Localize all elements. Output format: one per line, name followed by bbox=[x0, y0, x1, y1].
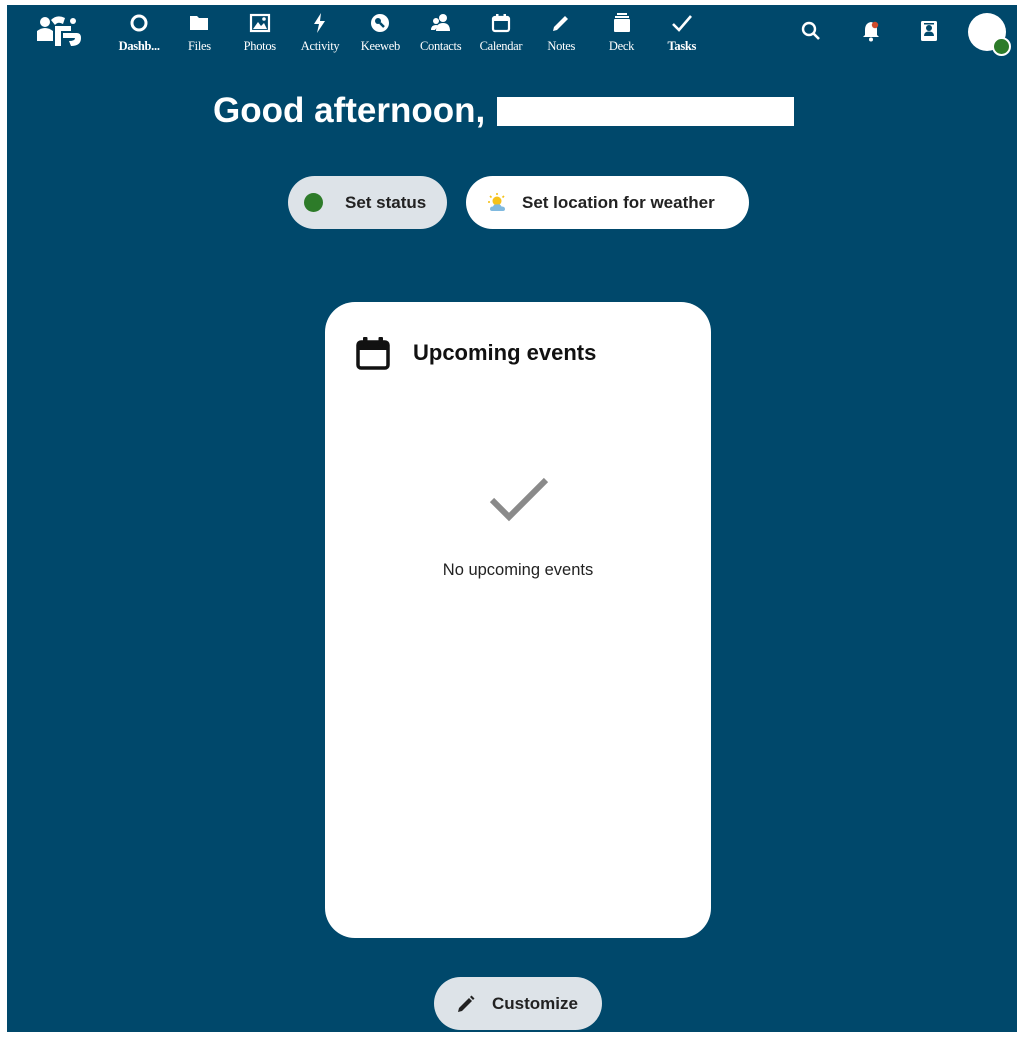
nav-item-files[interactable]: Files bbox=[169, 5, 229, 57]
set-status-button[interactable]: Set status bbox=[288, 176, 447, 229]
nav-label: Deck bbox=[608, 39, 635, 53]
nav-item-activity[interactable]: Activity bbox=[290, 5, 350, 57]
upcoming-events-panel: Upcoming events No upcoming events bbox=[325, 302, 711, 938]
redacted-username bbox=[497, 96, 795, 126]
nav-label: Photos bbox=[243, 39, 277, 53]
panel-title: Upcoming events bbox=[413, 340, 597, 365]
contacts-menu-icon[interactable] bbox=[917, 19, 941, 43]
nav-item-deck[interactable]: Deck bbox=[591, 5, 651, 57]
notifications-icon[interactable] bbox=[859, 19, 883, 43]
dashboard-app: Dashb... Files Photos Activity Keeweb Co… bbox=[7, 5, 1017, 1032]
key-icon bbox=[371, 14, 390, 32]
nav-label: Contacts bbox=[419, 39, 462, 53]
contacts-icon bbox=[430, 14, 450, 31]
calendar-icon bbox=[491, 14, 511, 33]
pencil-icon bbox=[458, 995, 475, 1012]
check-icon bbox=[671, 15, 692, 32]
top-header: Dashb... Files Photos Activity Keeweb Co… bbox=[7, 5, 1017, 57]
app-navigation: Dashb... Files Photos Activity Keeweb Co… bbox=[109, 5, 712, 57]
nav-label: Calendar bbox=[479, 39, 523, 53]
nav-item-tasks[interactable]: Tasks bbox=[652, 5, 712, 57]
folder-icon bbox=[190, 16, 209, 30]
customize-label: Customize bbox=[492, 993, 578, 1013]
lightning-icon bbox=[314, 13, 326, 33]
calendar-icon bbox=[356, 337, 390, 370]
online-status-indicator bbox=[992, 37, 1011, 56]
nav-label: Keeweb bbox=[360, 39, 400, 53]
user-menu[interactable] bbox=[968, 13, 1011, 56]
deck-icon bbox=[613, 13, 630, 32]
nav-label: Dashb... bbox=[118, 39, 160, 53]
image-icon bbox=[249, 13, 270, 33]
nav-item-dashboard[interactable]: Dashb... bbox=[109, 5, 169, 57]
nav-item-contacts[interactable]: Contacts bbox=[410, 5, 470, 57]
status-online-icon bbox=[304, 193, 323, 212]
nav-item-keeweb[interactable]: Keeweb bbox=[350, 5, 410, 57]
greeting-text: Good afternoon, bbox=[213, 91, 486, 130]
set-weather-label: Set location for weather bbox=[522, 192, 715, 212]
greeting-heading: Good afternoon, bbox=[213, 88, 795, 134]
nav-label: Files bbox=[188, 39, 211, 53]
set-weather-location-button[interactable]: Set location for weather bbox=[466, 176, 749, 229]
nav-item-notes[interactable]: Notes bbox=[531, 5, 591, 57]
nav-item-photos[interactable]: Photos bbox=[230, 5, 290, 57]
nav-label: Notes bbox=[547, 39, 576, 53]
customize-button[interactable]: Customize bbox=[434, 977, 602, 1030]
nav-label: Tasks bbox=[667, 39, 697, 53]
logo-icon[interactable] bbox=[33, 14, 83, 48]
set-status-label: Set status bbox=[345, 192, 427, 212]
check-icon bbox=[489, 477, 549, 522]
dashboard-icon bbox=[130, 14, 148, 32]
search-icon[interactable] bbox=[799, 19, 823, 43]
empty-state-text: No upcoming events bbox=[442, 561, 594, 579]
pencil-icon bbox=[553, 16, 569, 31]
nav-item-calendar[interactable]: Calendar bbox=[471, 5, 531, 57]
nav-label: Activity bbox=[300, 39, 340, 53]
weather-icon bbox=[488, 192, 505, 211]
